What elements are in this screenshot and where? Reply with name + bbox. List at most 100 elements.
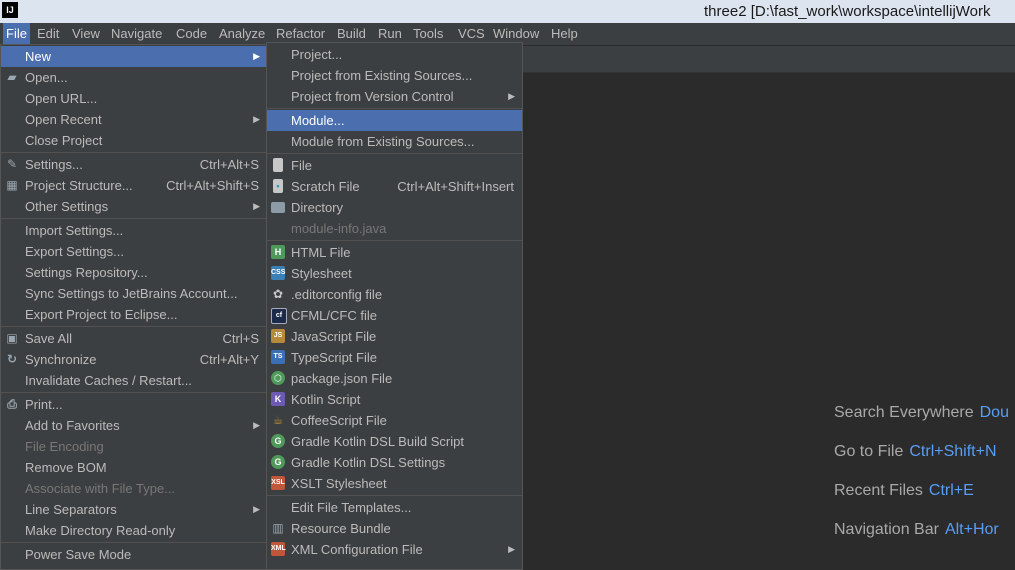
file-menu-settings[interactable]: ✎ Settings... Ctrl+Alt+S — [1, 154, 267, 175]
file-menu-synchronize[interactable]: ↻ Synchronize Ctrl+Alt+Y — [1, 349, 267, 370]
menu-item-shortcut: Ctrl+S — [222, 331, 259, 346]
menu-separator — [267, 153, 522, 154]
file-menu-other-settings[interactable]: Other Settings ▶ — [1, 196, 267, 217]
css-file-icon: CSS — [271, 266, 285, 280]
folder-icon: ▰ — [7, 70, 17, 84]
menu-item-label: Module from Existing Sources... — [291, 134, 475, 149]
gradle-icon: G — [271, 434, 285, 448]
file-menu-line-separators[interactable]: Line Separators ▶ — [1, 499, 267, 520]
file-menu-print[interactable]: ⎙ Print... — [1, 394, 267, 415]
file-menu-save-all[interactable]: ▣ Save All Ctrl+S — [1, 328, 267, 349]
file-menu-close-project[interactable]: Close Project — [1, 130, 267, 151]
new-project[interactable]: Project... — [267, 44, 522, 65]
menu-item-label: Synchronize — [25, 352, 97, 367]
new-module[interactable]: Module... — [267, 110, 522, 131]
javascript-file-icon: JS — [271, 329, 285, 343]
file-menu-export-eclipse[interactable]: Export Project to Eclipse... — [1, 304, 267, 325]
new-xslt-stylesheet[interactable]: XSL XSLT Stylesheet — [267, 473, 522, 494]
save-icon: ▣ — [6, 331, 18, 345]
file-menu-associate-file-type: Associate with File Type... — [1, 478, 267, 499]
new-edit-file-templates[interactable]: Edit File Templates... — [267, 497, 522, 518]
file-menu-make-read-only[interactable]: Make Directory Read-only — [1, 520, 267, 541]
new-stylesheet[interactable]: CSS Stylesheet — [267, 263, 522, 284]
menu-item-label: CFML/CFC file — [291, 308, 377, 323]
menu-item-label: File — [291, 158, 312, 173]
menu-code[interactable]: Code — [173, 23, 210, 45]
new-scratch-file[interactable]: • Scratch File Ctrl+Alt+Shift+Insert — [267, 176, 522, 197]
menu-analyze[interactable]: Analyze — [216, 23, 268, 45]
file-menu-power-save[interactable]: Power Save Mode — [1, 544, 267, 565]
submenu-arrow-icon: ▶ — [508, 544, 515, 554]
file-menu-remove-bom[interactable]: Remove BOM — [1, 457, 267, 478]
file-menu-settings-repository[interactable]: Settings Repository... — [1, 262, 267, 283]
new-gradle-settings[interactable]: G Gradle Kotlin DSL Settings — [267, 452, 522, 473]
file-menu-open-url[interactable]: Open URL... — [1, 88, 267, 109]
menu-item-label: Scratch File — [291, 179, 360, 194]
menu-separator — [1, 542, 267, 543]
file-menu-open-recent[interactable]: Open Recent ▶ — [1, 109, 267, 130]
new-package-json[interactable]: ⬡ package.json File — [267, 368, 522, 389]
menu-item-label: .editorconfig file — [291, 287, 383, 302]
menu-item-label: Open Recent — [25, 112, 102, 127]
new-editorconfig[interactable]: ✿ .editorconfig file — [267, 284, 522, 305]
menu-item-shortcut: Ctrl+Alt+Y — [199, 352, 259, 367]
file-menu-add-favorites[interactable]: Add to Favorites ▶ — [1, 415, 267, 436]
new-resource-bundle[interactable]: ▥ Resource Bundle — [267, 518, 522, 539]
new-coffeescript-file[interactable]: ☕ CoffeeScript File — [267, 410, 522, 431]
new-project-vcs[interactable]: Project from Version Control ▶ — [267, 86, 522, 107]
file-menu-export-settings[interactable]: Export Settings... — [1, 241, 267, 262]
menu-item-label: Settings Repository... — [25, 265, 148, 280]
menu-item-label: package.json File — [291, 371, 393, 386]
file-menu-project-structure[interactable]: ▦ Project Structure... Ctrl+Alt+Shift+S — [1, 175, 267, 196]
new-html-file[interactable]: H HTML File — [267, 242, 522, 263]
menu-item-label: Remove BOM — [25, 460, 107, 475]
menu-help[interactable]: Help — [548, 23, 581, 45]
menu-item-label: HTML File — [291, 245, 351, 260]
typescript-file-icon: TS — [271, 350, 285, 364]
new-gradle-build-script[interactable]: G Gradle Kotlin DSL Build Script — [267, 431, 522, 452]
menu-item-label: TypeScript File — [291, 350, 377, 365]
file-menu-sync-settings[interactable]: Sync Settings to JetBrains Account... — [1, 283, 267, 304]
menu-item-label: Close Project — [25, 133, 103, 148]
window-title: three2 [D:\fast_work\workspace\intellijW… — [704, 3, 991, 20]
new-kotlin-script[interactable]: K Kotlin Script — [267, 389, 522, 410]
new-directory[interactable]: Directory — [267, 197, 522, 218]
menu-navigate[interactable]: Navigate — [108, 23, 165, 45]
file-menu-new[interactable]: New ▶ — [1, 46, 267, 67]
menu-item-label: Settings... — [25, 157, 83, 172]
new-module-existing-sources[interactable]: Module from Existing Sources... — [267, 131, 522, 152]
menu-item-label: XSLT Stylesheet — [291, 476, 387, 491]
file-menu-import-settings[interactable]: Import Settings... — [1, 220, 267, 241]
menu-file[interactable]: File — [3, 23, 30, 45]
menu-item-label: Gradle Kotlin DSL Build Script — [291, 434, 464, 449]
kotlin-icon: K — [271, 392, 285, 406]
menu-item-label: Add to Favorites — [25, 418, 120, 433]
gradle-icon: G — [271, 455, 285, 469]
hint-search-everywhere: Search Everywhere Dou — [834, 404, 1009, 422]
menu-item-label: Edit File Templates... — [291, 500, 412, 515]
menu-separator — [267, 108, 522, 109]
menu-edit[interactable]: Edit — [34, 23, 62, 45]
nodejs-icon: ⬡ — [271, 371, 285, 385]
menu-view[interactable]: View — [69, 23, 103, 45]
submenu-arrow-icon: ▶ — [253, 504, 260, 514]
new-javascript-file[interactable]: JS JavaScript File — [267, 326, 522, 347]
cfml-file-icon: cf — [271, 308, 287, 324]
hint-navigation-bar: Navigation Bar Alt+Hor — [834, 521, 999, 539]
menu-item-label: Kotlin Script — [291, 392, 361, 407]
new-xml-configuration[interactable]: XML XML Configuration File ▶ — [267, 539, 522, 560]
new-file[interactable]: File — [267, 155, 522, 176]
menu-item-label: Project from Version Control — [291, 89, 454, 104]
hint-shortcut: Alt+Hor — [944, 521, 999, 538]
hint-label: Recent Files — [834, 482, 923, 499]
file-menu-invalidate-caches[interactable]: Invalidate Caches / Restart... — [1, 370, 267, 391]
menu-item-label: Invalidate Caches / Restart... — [25, 373, 192, 388]
new-typescript-file[interactable]: TS TypeScript File — [267, 347, 522, 368]
menu-separator — [1, 152, 267, 153]
submenu-arrow-icon: ▶ — [253, 201, 260, 211]
hint-shortcut: Dou — [979, 404, 1009, 421]
file-menu-open[interactable]: ▰ Open... — [1, 67, 267, 88]
new-cfml-file[interactable]: cf CFML/CFC file — [267, 305, 522, 326]
new-project-existing-sources[interactable]: Project from Existing Sources... — [267, 65, 522, 86]
submenu-arrow-icon: ▶ — [253, 114, 260, 124]
